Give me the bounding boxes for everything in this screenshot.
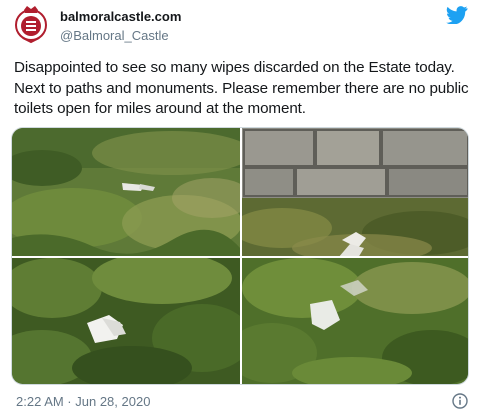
photo-grass-wipe[interactable] — [12, 128, 240, 256]
photo-plants-wipe[interactable] — [242, 258, 468, 384]
timestamp[interactable]: 2:22 AM · Jun 28, 2020 — [16, 394, 150, 409]
twitter-bird-icon[interactable] — [446, 6, 468, 25]
avatar[interactable] — [14, 4, 48, 44]
account-handle[interactable]: @Balmoral_Castle — [60, 27, 181, 44]
crest-logo-icon — [15, 6, 47, 44]
info-icon[interactable] — [452, 393, 468, 409]
display-name[interactable]: balmoralcastle.com — [60, 8, 181, 25]
photo-stone-wall[interactable] — [242, 128, 468, 256]
account-names: balmoralcastle.com @Balmoral_Castle — [60, 8, 181, 44]
photo-heather-wipe[interactable] — [12, 258, 240, 384]
tweet-card: balmoralcastle.com @Balmoral_Castle Disa… — [0, 0, 480, 420]
media-grid — [11, 127, 469, 385]
tweet-text: Disappointed to see so many wipes discar… — [14, 59, 469, 117]
